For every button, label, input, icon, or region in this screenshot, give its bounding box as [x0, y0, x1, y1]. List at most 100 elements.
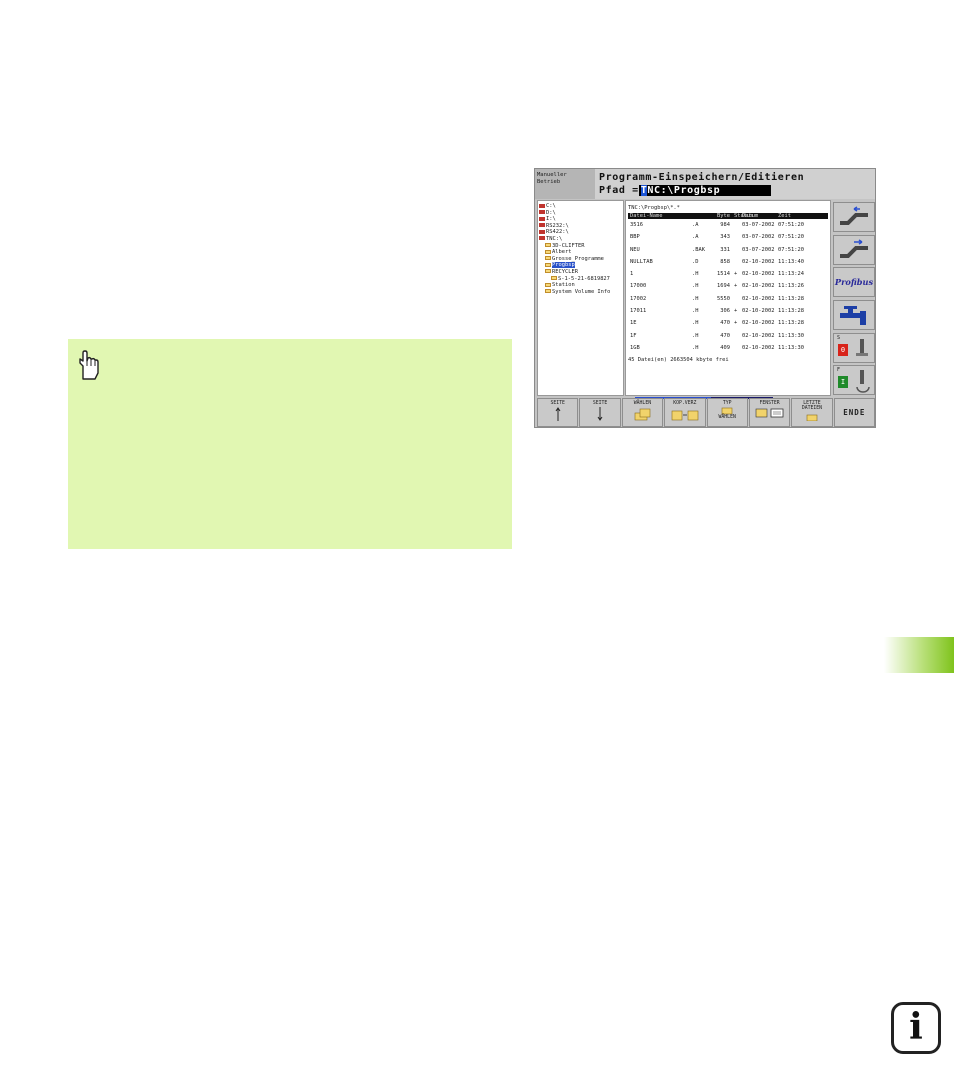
file-ext: .H [692, 308, 699, 315]
coolant-button[interactable] [833, 300, 875, 330]
profibus-button[interactable]: Profibus [833, 267, 875, 297]
feed-button[interactable]: F I [833, 365, 875, 395]
folder-icon [545, 249, 551, 254]
info-glyph: i [909, 1006, 923, 1048]
file-row[interactable]: 17011 .H 306 +02-10-2002 11:13:28 [628, 305, 828, 317]
info-icon: i [891, 1002, 941, 1054]
tree-node[interactable]: RECYCLER [539, 269, 622, 276]
file-name: 17002 [630, 295, 647, 302]
file-row[interactable]: 1GB .H 409 02-10-2002 11:13:30 [628, 342, 828, 354]
file-time: 07:51:20 [778, 234, 804, 241]
select-softkey[interactable]: WÄHLEN [621, 398, 664, 427]
hand-pointer-icon [79, 350, 99, 380]
tree-node[interactable]: TNC:\ [539, 236, 622, 243]
file-time: 11:13:26 [778, 283, 804, 290]
tnc-screenshot: Manueller Betrieb Programm-Einspeichern/… [534, 168, 876, 428]
file-status: + [734, 320, 738, 327]
tree-node[interactable]: Station [539, 282, 622, 289]
tree-node[interactable]: D:\ [539, 210, 622, 217]
page-up-softkey[interactable]: SEITE [537, 398, 579, 427]
tree-node-label: C:\ [546, 203, 556, 209]
axis-arrow-right-icon [840, 239, 868, 258]
tree-node[interactable]: RS232:\ [539, 223, 622, 230]
file-name: NULLTAB [630, 258, 653, 265]
tree-node-label: Progbsp [552, 262, 575, 269]
window-softkey[interactable]: FENSTER [748, 398, 791, 427]
tree-node-label: TNC:\ [546, 235, 563, 242]
folder-icon [551, 276, 557, 281]
file-row[interactable]: 1 .H 1514 +02-10-2002 11:13:24 [628, 268, 828, 280]
file-size: 984 [720, 222, 730, 228]
file-name: 1E [630, 320, 637, 327]
path-field[interactable]: TNC:\Progbsp [638, 185, 771, 196]
vertical-softkeys: Profibus S 0 F I [833, 200, 875, 396]
file-ext: .H [692, 283, 699, 290]
drive-icon [539, 216, 545, 221]
file-size: 5550 [717, 295, 730, 302]
tree-node[interactable]: Progbsp [539, 262, 622, 269]
file-list[interactable]: TNC:\Progbsp\*.* Datei-Name Byte Status … [625, 200, 831, 396]
copy-directory-softkey[interactable]: KOP.VERZ [664, 398, 706, 427]
spindle-value: 0 [838, 344, 848, 356]
file-status [734, 342, 742, 354]
arrow-down-icon [597, 407, 603, 422]
file-date: 02-10-2002 [742, 283, 775, 290]
feed-value: I [838, 376, 848, 388]
tree-node-label: Station [552, 282, 575, 289]
file-row[interactable]: 17002 .H 5550 02-10-2002 11:13:28 [628, 293, 828, 305]
feed-lamp: I [838, 376, 848, 388]
tree-node[interactable]: C:\ [539, 203, 622, 210]
drive-icon [539, 236, 545, 241]
file-status: + [734, 271, 738, 278]
file-row[interactable]: NULLTAB .D 858 02-10-2002 11:13:40 [628, 256, 828, 268]
file-status: + [734, 308, 738, 315]
end-softkey[interactable]: ENDE [833, 398, 875, 427]
file-row[interactable]: 1E .H 470 +02-10-2002 11:13:28 [628, 317, 828, 329]
file-date: 02-10-2002 [742, 258, 775, 265]
tree-node[interactable]: Albert [539, 249, 622, 256]
file-row[interactable]: 3516 .A 984 03-07-2002 07:51:20 [628, 219, 828, 231]
softkey-label: TYP [722, 401, 732, 406]
softkey-label: SEITE [592, 401, 608, 406]
folder-icon [545, 269, 551, 274]
page-down-softkey[interactable]: SEITE [579, 398, 621, 427]
file-time: 07:51:20 [778, 222, 804, 228]
tree-node[interactable]: Grosse_Programme [539, 256, 622, 263]
file-status [734, 330, 742, 342]
tree-node-label: Grosse_Programme [552, 255, 604, 262]
file-row[interactable]: 17000 .H 1694 +02-10-2002 11:13:26 [628, 280, 828, 292]
file-size: 858 [720, 258, 730, 265]
tree-node[interactable]: RS422:\ [539, 229, 622, 236]
directory-tree[interactable]: C:\ D:\ I:\ RS232:\ RS422:\ TNC:\ 3D-CLIFTER Al… [537, 200, 624, 396]
last-files-softkey[interactable]: LETZTE DATEIEN [791, 398, 833, 427]
file-ext: .H [692, 332, 699, 339]
file-time: 11:13:30 [778, 344, 804, 351]
tree-node-label: I:\ [546, 216, 556, 223]
mode-line-2: Betrieb [537, 179, 561, 185]
select-type-softkey[interactable]: TYP WÄHLEN [706, 398, 748, 427]
file-status [734, 219, 742, 231]
softkey-label: FENSTER [759, 401, 780, 406]
folder-icon [545, 262, 551, 267]
tree-node[interactable]: S-1-5-21-6819827 [539, 276, 622, 283]
side-key-2[interactable] [833, 235, 875, 265]
tree-node-label: S-1-5-21-6819827 [558, 275, 610, 282]
spindle-button[interactable]: S 0 [833, 333, 875, 363]
file-time: 11:13:40 [778, 258, 804, 265]
file-row[interactable]: BBP .A 343 03-07-2002 07:51:20 [628, 231, 828, 243]
spindle-lamp: 0 [838, 344, 848, 356]
side-key-1[interactable] [833, 202, 875, 232]
file-row[interactable]: 1F .H 470 02-10-2002 11:13:30 [628, 330, 828, 342]
path-line: Pfad = TNC:\Progbsp [599, 185, 771, 196]
tree-node-label: RS232:\ [546, 222, 569, 229]
tree-node[interactable]: I:\ [539, 216, 622, 223]
file-ext: .H [692, 344, 699, 351]
tree-node[interactable]: 3D-CLIFTER [539, 243, 622, 250]
file-size: 1514 [717, 271, 730, 278]
spindle-start-icon [856, 370, 870, 393]
softkey-label: KOP.VERZ [673, 401, 697, 406]
file-time: 11:13:28 [778, 320, 804, 327]
tree-node[interactable]: System Volume Info [539, 289, 622, 296]
file-name: BBP [630, 234, 640, 241]
file-row[interactable]: NEU .BAK 331 03-07-2002 07:51:20 [628, 244, 828, 256]
